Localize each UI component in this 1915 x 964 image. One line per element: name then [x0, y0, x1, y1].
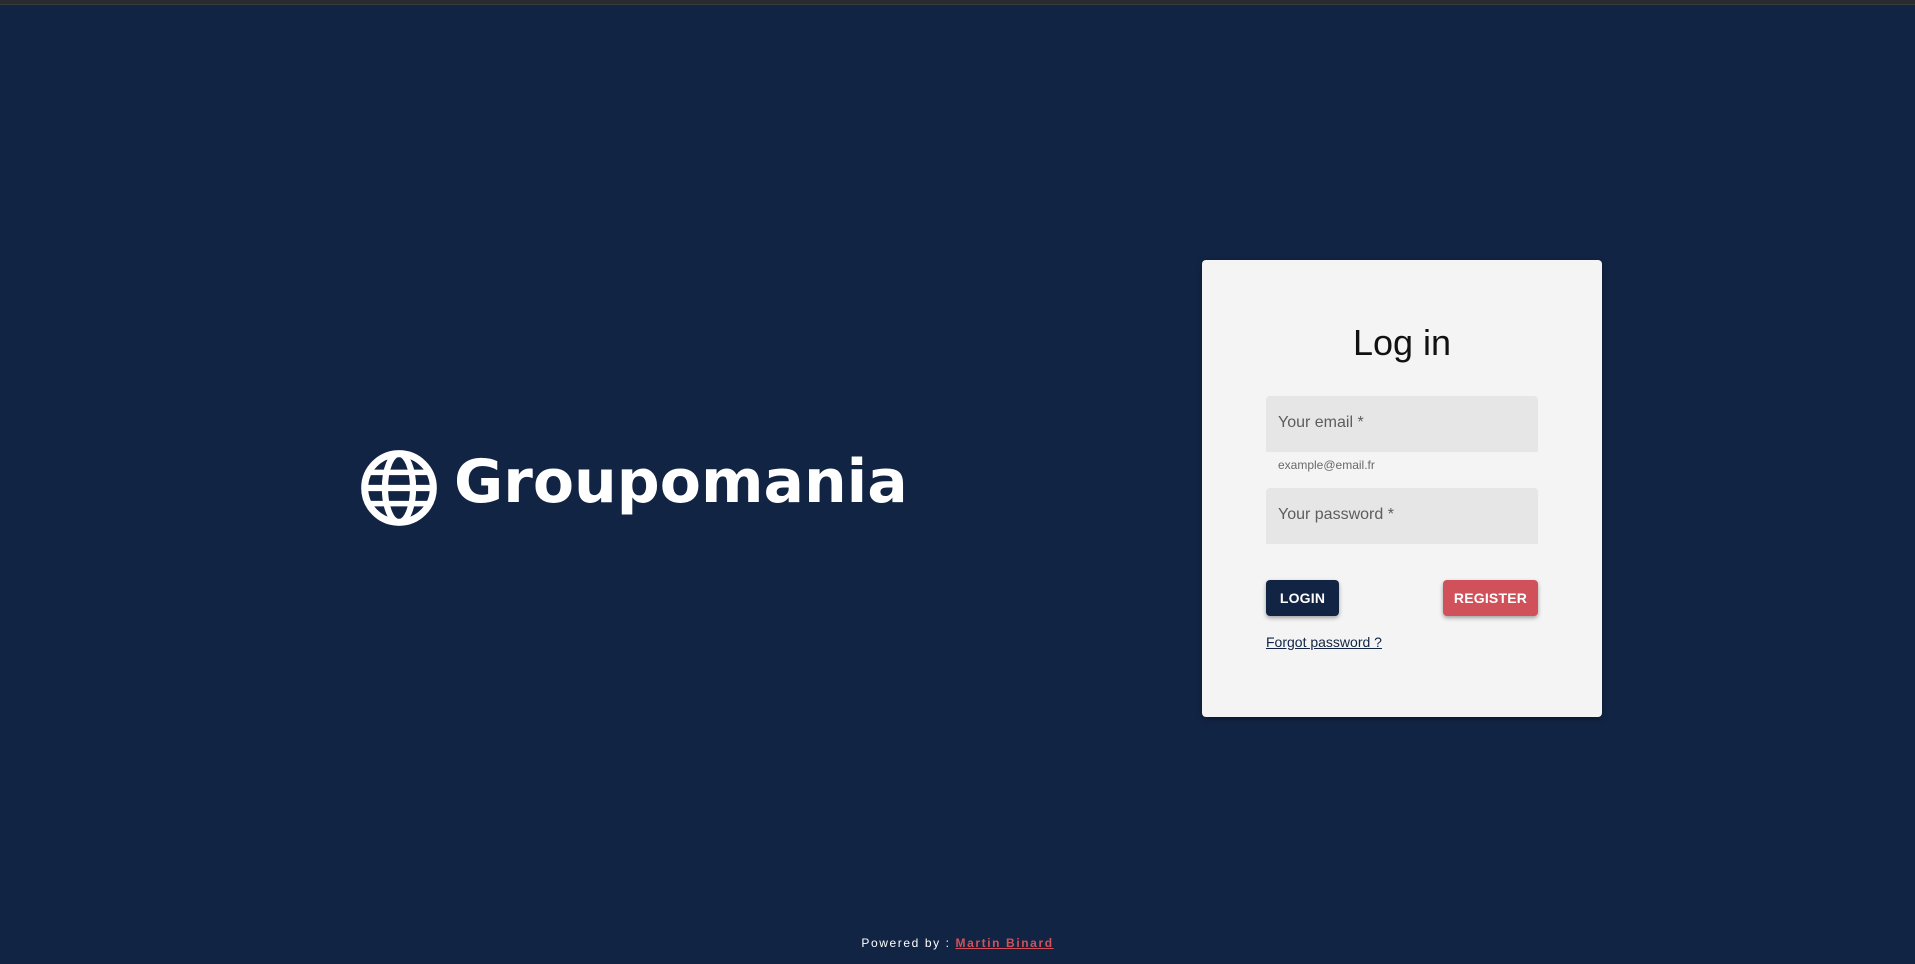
login-button[interactable]: LOGIN: [1266, 580, 1339, 616]
brand-name: Groupomania: [454, 447, 908, 517]
forgot-password-link[interactable]: Forgot password ?: [1266, 634, 1382, 650]
globe-icon: [361, 450, 437, 526]
password-field[interactable]: Your password *: [1266, 488, 1538, 544]
browser-top-strip: [0, 0, 1915, 5]
password-input[interactable]: [1266, 488, 1538, 544]
email-field[interactable]: Your email *: [1266, 396, 1538, 452]
login-card: Log in Your email * example@email.fr You…: [1202, 260, 1602, 717]
email-input[interactable]: [1266, 396, 1538, 452]
email-hint: example@email.fr: [1278, 458, 1375, 472]
footer: Powered by : Martin Binard: [0, 936, 1915, 950]
brand: Groupomania: [360, 447, 908, 528]
login-title: Log in: [1352, 322, 1452, 363]
footer-author-link[interactable]: Martin Binard: [956, 936, 1054, 950]
footer-prefix: Powered by :: [861, 936, 956, 950]
register-button[interactable]: REGISTER: [1443, 580, 1538, 616]
